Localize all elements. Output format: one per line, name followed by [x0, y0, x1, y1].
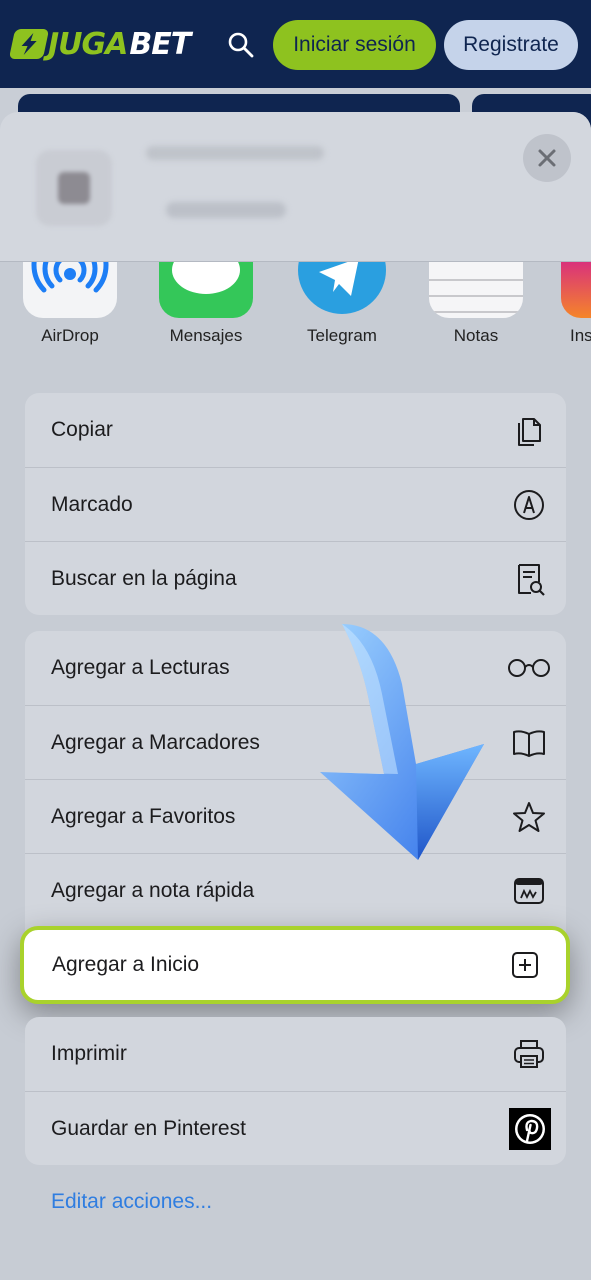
glasses-icon — [506, 649, 552, 687]
logo-juga: JUGA — [48, 26, 128, 62]
action-label: Agregar a Favoritos — [51, 804, 236, 828]
action-markup[interactable]: Marcado — [25, 467, 566, 541]
app-telegram[interactable]: Telegram — [292, 262, 392, 346]
app-label: Mensajes — [169, 326, 243, 345]
action-label: Imprimir — [51, 1042, 127, 1065]
instagram-icon — [561, 262, 591, 318]
share-sheet-header — [0, 112, 591, 262]
edit-actions-link[interactable]: Editar acciones... — [51, 1190, 212, 1214]
actions-group-3: Imprimir Guardar en Pinterest — [25, 1017, 566, 1165]
book-icon — [510, 724, 548, 762]
share-sheet: AirDrop Mensajes Telegram Notas Ins Copi… — [0, 112, 591, 1280]
options-link-blurred — [166, 202, 286, 218]
site-header: JUGA BET Iniciar sesión Registrate — [0, 0, 591, 134]
action-label: Marcado — [51, 492, 133, 516]
action-label: Agregar a Marcadores — [51, 730, 260, 754]
copy-icon — [510, 411, 548, 449]
close-button[interactable] — [523, 134, 571, 182]
app-airdrop[interactable]: AirDrop — [20, 262, 120, 346]
lightning-icon — [8, 29, 50, 59]
register-button[interactable]: Registrate — [444, 20, 578, 70]
airdrop-icon — [23, 262, 117, 318]
app-instagram[interactable]: Ins — [558, 262, 591, 346]
star-icon — [510, 798, 548, 836]
action-find-on-page[interactable]: Buscar en la página — [25, 541, 566, 615]
action-label: Copiar — [51, 418, 113, 441]
action-add-to-home-screen[interactable]: Agregar a Inicio — [20, 926, 570, 1004]
action-copy[interactable]: Copiar — [25, 393, 566, 467]
app-notes[interactable]: Notas — [426, 262, 526, 346]
logo-bet: BET — [129, 26, 191, 62]
tutorial-arrow-icon — [320, 624, 484, 860]
page-preview-thumbnail — [36, 150, 112, 226]
action-print[interactable]: Imprimir — [25, 1017, 566, 1091]
action-save-to-pinterest[interactable]: Guardar en Pinterest — [25, 1091, 566, 1165]
share-apps-row: AirDrop Mensajes Telegram Notas Ins — [0, 262, 591, 362]
action-label: Agregar a Lecturas — [51, 656, 230, 679]
action-label: Guardar en Pinterest — [51, 1116, 246, 1140]
action-add-to-quick-note[interactable]: Agregar a nota rápida — [25, 853, 566, 927]
messages-icon — [159, 262, 253, 318]
login-button[interactable]: Iniciar sesión — [273, 20, 436, 70]
app-label: Telegram — [307, 326, 377, 345]
app-label: Ins — [570, 326, 591, 345]
add-square-icon — [506, 946, 544, 984]
action-label: Agregar a nota rápida — [51, 878, 255, 902]
pinterest-icon — [509, 1108, 551, 1150]
telegram-icon — [295, 262, 389, 318]
notes-icon — [429, 262, 523, 318]
action-label: Agregar a Inicio — [52, 953, 200, 976]
quick-note-icon — [510, 872, 548, 910]
markup-icon — [510, 486, 548, 524]
jugabet-logo[interactable]: JUGA BET — [8, 24, 191, 64]
page-title-blurred — [146, 146, 324, 160]
action-label: Buscar en la página — [51, 566, 237, 590]
app-messages[interactable]: Mensajes — [156, 262, 256, 346]
printer-icon — [510, 1035, 548, 1073]
app-label: Notas — [453, 326, 499, 345]
app-label: AirDrop — [41, 326, 99, 345]
find-on-page-icon — [510, 560, 548, 598]
search-icon[interactable] — [226, 30, 256, 60]
close-icon — [538, 149, 556, 167]
actions-group-1: Copiar Marcado Buscar en la página — [25, 393, 566, 615]
